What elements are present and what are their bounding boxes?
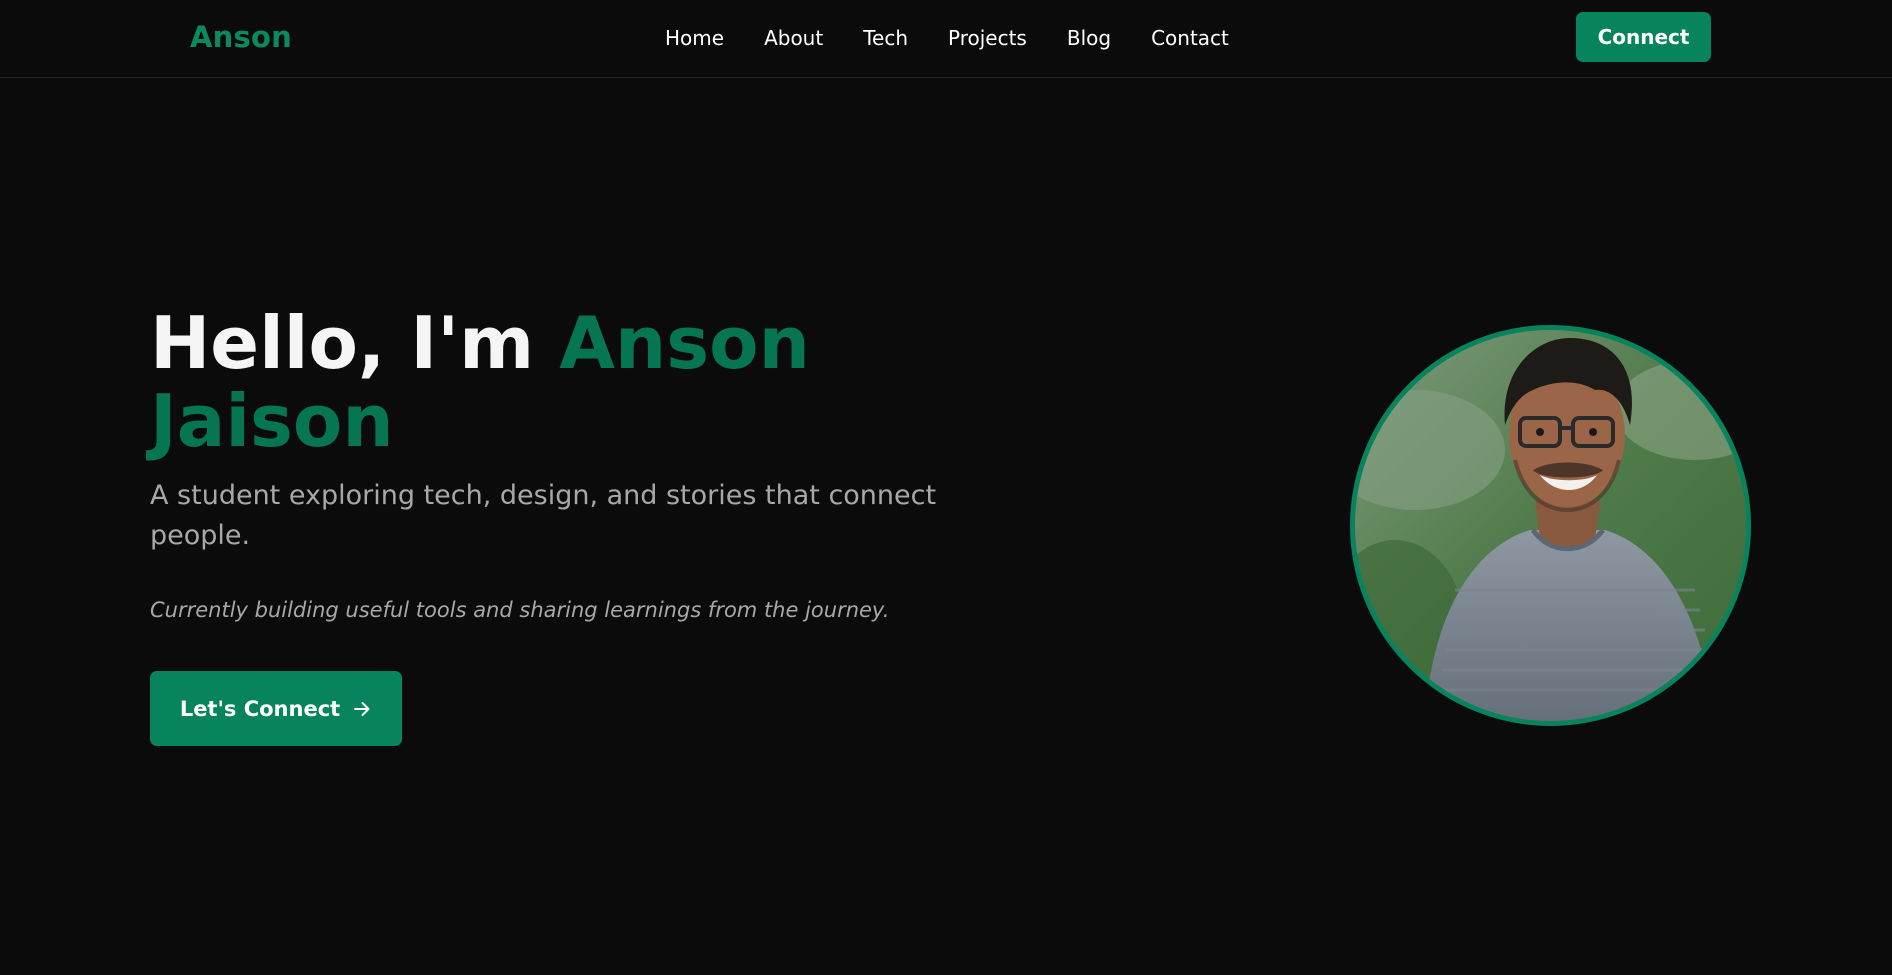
- lets-connect-label: Let's Connect: [179, 696, 341, 721]
- nav-link-home[interactable]: Home: [665, 26, 724, 50]
- top-navbar: Anson Home About Tech Projects Blog Cont…: [0, 0, 1892, 78]
- hero-subtitle: A student exploring tech, design, and st…: [150, 480, 937, 551]
- nav-link-projects[interactable]: Projects: [948, 26, 1027, 50]
- nav-link-tech[interactable]: Tech: [863, 26, 908, 50]
- hero-note: Currently building useful tools and shar…: [150, 598, 890, 622]
- brand-logo[interactable]: Anson: [190, 20, 292, 54]
- nav-link-contact[interactable]: Contact: [1151, 26, 1229, 50]
- profile-photo-illustration: [1355, 330, 1746, 721]
- connect-button[interactable]: Connect: [1576, 12, 1711, 62]
- nav-links: Home About Tech Projects Blog Contact: [665, 26, 1269, 50]
- arrow-right-icon: [352, 699, 372, 719]
- profile-photo: [1350, 325, 1751, 726]
- hero-greeting: Hello, I'm: [150, 301, 535, 385]
- lets-connect-button[interactable]: Let's Connect: [150, 671, 402, 746]
- hero-name-first: Anson: [559, 301, 810, 385]
- nav-link-blog[interactable]: Blog: [1067, 26, 1111, 50]
- hero-name-last: Jaison: [150, 379, 394, 463]
- nav-link-about[interactable]: About: [764, 26, 823, 50]
- hero-title: Hello, I'm Anson Jaison: [150, 304, 970, 460]
